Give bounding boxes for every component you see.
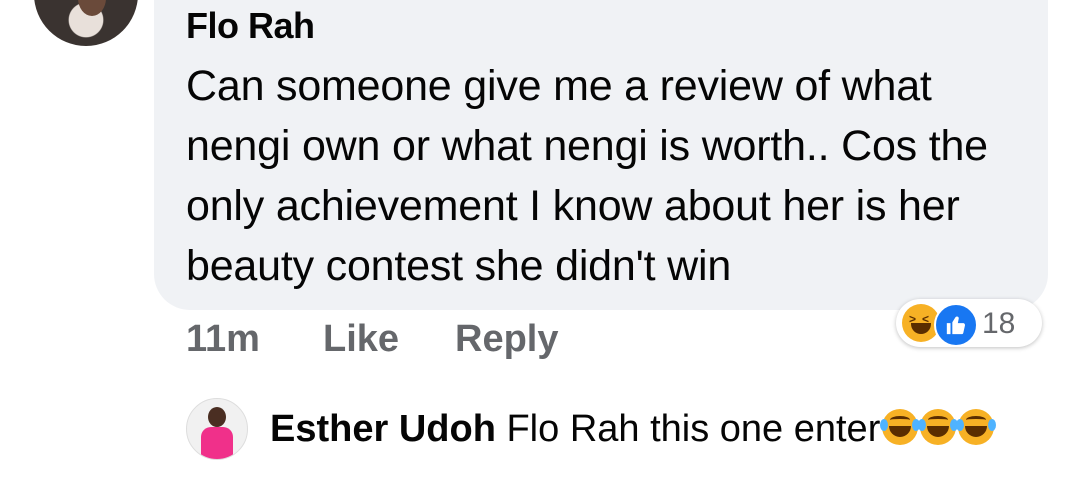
comment-text: Can someone give me a review of what nen… (186, 62, 988, 290)
laughing-tears-emoji-icon (956, 409, 997, 445)
reactions-summary[interactable]: >< 18 (896, 299, 1042, 347)
like-icon (934, 303, 978, 347)
reaction-count: 18 (982, 307, 1016, 340)
avatar-face (78, 0, 106, 16)
reply-preview[interactable]: Esther Udoh Flo Rah this one enter (270, 408, 997, 451)
comment-timestamp[interactable]: 11m (186, 318, 260, 361)
avatar-head (208, 407, 226, 427)
commenter-avatar[interactable] (34, 0, 138, 46)
like-button[interactable]: Like (323, 318, 399, 361)
avatar-shirt (201, 427, 233, 459)
reply-button[interactable]: Reply (455, 318, 558, 361)
comment-author-name[interactable]: Flo Rah (186, 5, 315, 47)
reply-author-name[interactable]: Esther Udoh (270, 408, 496, 450)
laughing-tears-emoji-icon (880, 409, 921, 445)
laughing-tears-emoji-icon (918, 409, 959, 445)
reply-text: Flo Rah this one enter (506, 408, 881, 450)
reply-avatar[interactable] (186, 398, 248, 460)
